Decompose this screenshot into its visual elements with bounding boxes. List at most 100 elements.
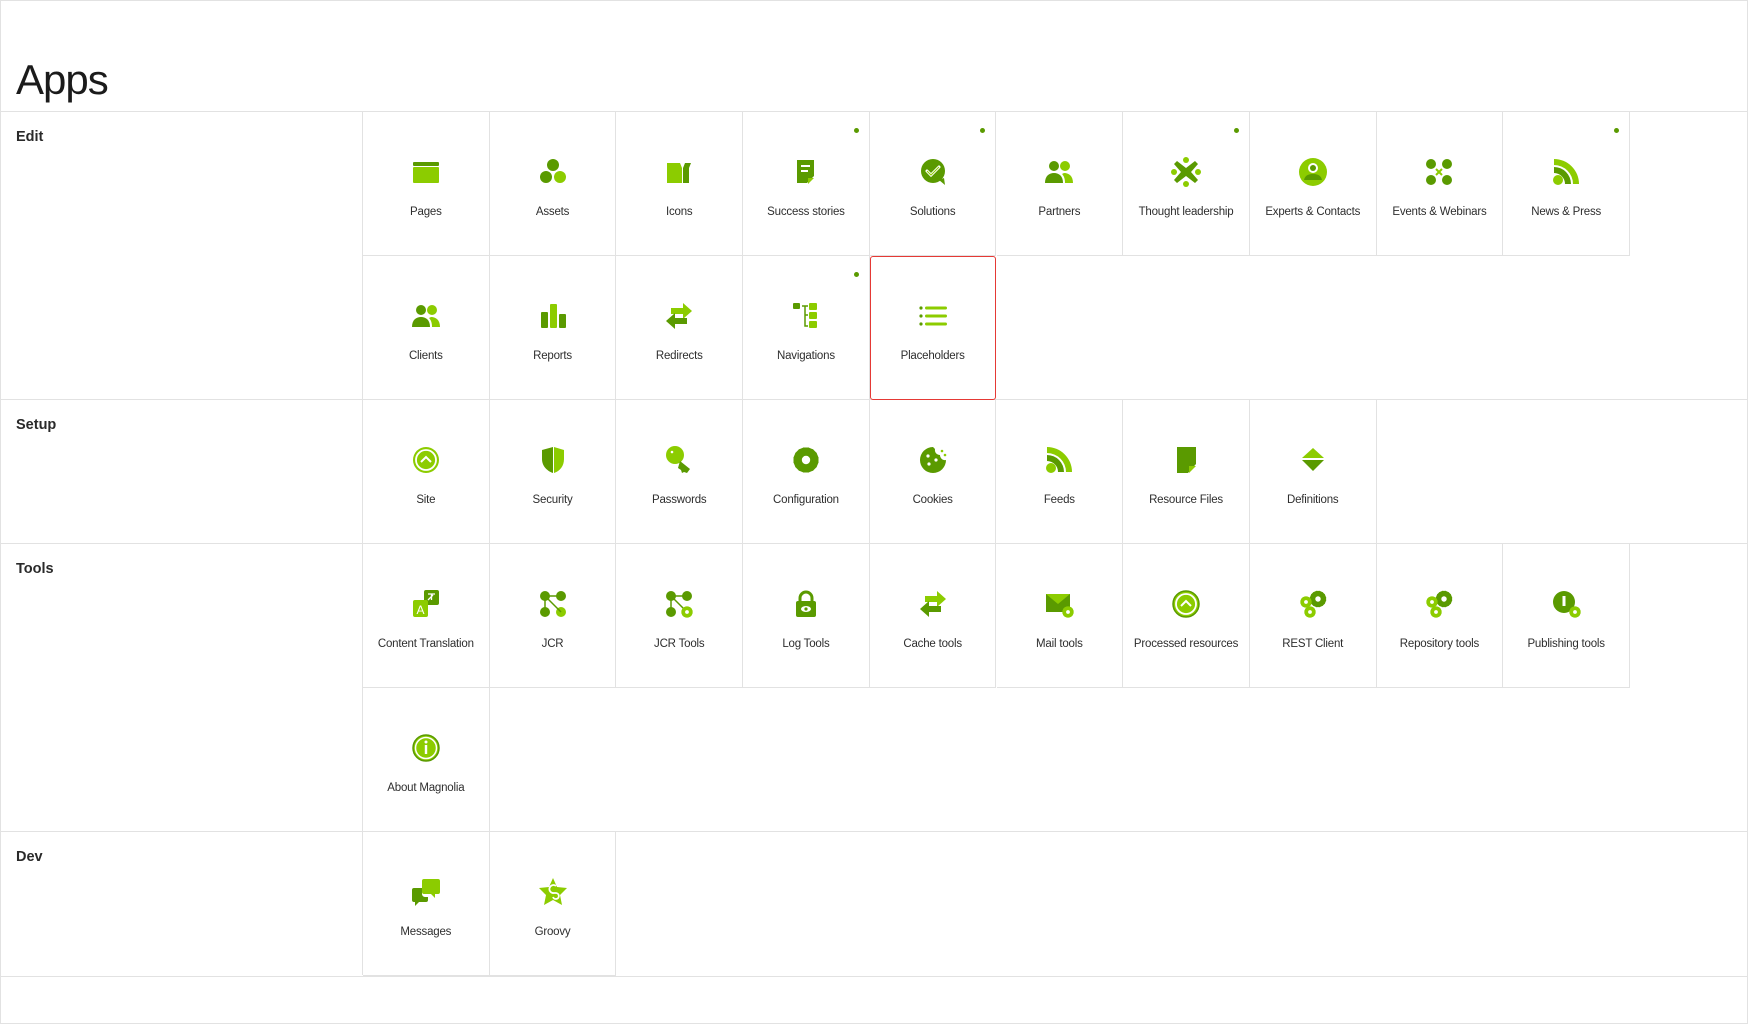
icons-icon xyxy=(663,156,695,188)
app-label: Icons xyxy=(665,206,693,218)
new-indicator-dot xyxy=(1233,128,1239,133)
jcr-tools-icon xyxy=(663,588,695,620)
app-tile-cookies[interactable]: Cookies xyxy=(869,400,997,544)
app-label: JCR xyxy=(541,638,564,650)
app-tile-site[interactable]: Site xyxy=(363,400,490,544)
section-edit: Edit Pages Assets Icons Success stories Solut… xyxy=(1,111,1747,400)
reports-icon xyxy=(537,300,569,332)
app-label: REST Client xyxy=(1282,638,1344,650)
app-tile-rest-client[interactable]: REST Client xyxy=(1249,544,1377,688)
app-label: Repository tools xyxy=(1399,638,1480,650)
app-label: Content Translation xyxy=(377,638,474,650)
new-indicator-dot xyxy=(853,272,859,277)
thought-leadership-icon xyxy=(1170,156,1202,188)
app-tile-icons[interactable]: Icons xyxy=(616,112,744,256)
section-label: Tools xyxy=(16,561,54,577)
app-tile-experts-contacts[interactable]: Experts & Contacts xyxy=(1249,112,1377,256)
app-tile-security[interactable]: Security xyxy=(489,400,617,544)
app-label: Thought leadership xyxy=(1138,206,1234,218)
app-label: Experts & Contacts xyxy=(1265,206,1361,218)
app-label: Cache tools xyxy=(903,638,962,650)
app-tile-about-magnolia[interactable]: About Magnolia xyxy=(363,688,490,832)
app-label: Messages xyxy=(400,926,452,938)
app-tile-redirects[interactable]: Redirects xyxy=(616,256,744,400)
assets-icon xyxy=(537,156,569,188)
partners-icon xyxy=(1043,156,1075,188)
app-tile-jcr[interactable]: JCR xyxy=(489,544,617,688)
new-indicator-dot xyxy=(1613,128,1619,133)
app-label: Resource Files xyxy=(1149,494,1223,506)
app-label: Partners xyxy=(1038,206,1081,218)
app-tile-resource-files[interactable]: Resource Files xyxy=(1123,400,1250,544)
section-label: Edit xyxy=(16,129,44,145)
app-tile-publishing-tools[interactable]: Publishing tools xyxy=(1503,544,1630,688)
solutions-icon xyxy=(917,156,949,188)
app-label: Publishing tools xyxy=(1527,638,1605,650)
placeholders-icon xyxy=(917,300,949,332)
app-label: Success stories xyxy=(767,206,845,218)
redirects-icon xyxy=(663,300,695,332)
processed-resources-icon xyxy=(1170,588,1202,620)
messages-icon xyxy=(410,876,442,908)
resource-files-icon xyxy=(1170,444,1202,476)
app-tile-assets[interactable]: Assets xyxy=(489,112,617,256)
page-title: Apps xyxy=(16,56,109,103)
success-stories-icon xyxy=(790,156,822,188)
app-tile-groovy[interactable]: Groovy xyxy=(489,832,617,976)
app-tile-log-tools[interactable]: Log Tools xyxy=(743,544,870,688)
app-label: Site xyxy=(416,494,436,506)
app-tile-definitions[interactable]: Definitions xyxy=(1249,400,1377,544)
passwords-icon xyxy=(663,444,695,476)
app-label: Navigations xyxy=(776,350,835,362)
publishing-tools-icon xyxy=(1550,588,1582,620)
app-tile-solutions[interactable]: Solutions xyxy=(869,112,997,256)
app-tile-cache-tools[interactable]: Cache tools xyxy=(869,544,997,688)
app-tile-clients[interactable]: Clients xyxy=(363,256,490,400)
app-label: Log Tools xyxy=(782,638,830,650)
cache-tools-icon xyxy=(917,588,949,620)
groovy-icon xyxy=(537,876,569,908)
jcr-icon xyxy=(537,588,569,620)
navigations-icon xyxy=(790,300,822,332)
app-tile-reports[interactable]: Reports xyxy=(489,256,617,400)
app-tile-jcr-tools[interactable]: JCR Tools xyxy=(616,544,744,688)
app-label: Events & Webinars xyxy=(1392,206,1487,218)
app-label: Definitions xyxy=(1286,494,1339,506)
app-tile-processed-resources[interactable]: Processed resources xyxy=(1123,544,1250,688)
clients-icon xyxy=(410,300,442,332)
app-tile-success-stories[interactable]: Success stories xyxy=(743,112,870,256)
security-icon xyxy=(537,444,569,476)
app-label: Placeholders xyxy=(900,350,965,362)
app-tile-messages[interactable]: Messages xyxy=(363,832,490,976)
about-magnolia-icon xyxy=(410,732,442,764)
site-icon xyxy=(410,444,442,476)
app-tile-repository-tools[interactable]: Repository tools xyxy=(1376,544,1504,688)
app-label: News & Press xyxy=(1531,206,1602,218)
app-tile-thought-leadership[interactable]: Thought leadership xyxy=(1123,112,1250,256)
app-tile-navigations[interactable]: Navigations xyxy=(743,256,870,400)
app-tile-mail-tools[interactable]: Mail tools xyxy=(996,544,1124,688)
content-translation-icon: A xyxy=(410,588,442,620)
definitions-icon xyxy=(1297,444,1329,476)
section-setup: Setup Site Security Passwords Configuration C… xyxy=(1,399,1747,544)
app-tile-placeholders[interactable]: Placeholders xyxy=(869,256,997,400)
app-tile-configuration[interactable]: Configuration xyxy=(743,400,870,544)
app-tile-events-webinars[interactable]: Events & Webinars xyxy=(1376,112,1504,256)
events-webinars-icon xyxy=(1423,156,1455,188)
app-tile-pages[interactable]: Pages xyxy=(363,112,490,256)
app-tile-content-translation[interactable]: A Content Translation xyxy=(363,544,490,688)
app-label: Security xyxy=(532,494,573,506)
app-tile-feeds[interactable]: Feeds xyxy=(996,400,1124,544)
svg-text:A: A xyxy=(416,603,424,617)
section-dev: Dev Messages Groovy xyxy=(1,831,1747,976)
app-tile-news-press[interactable]: News & Press xyxy=(1503,112,1630,256)
app-label: Processed resources xyxy=(1133,638,1239,650)
section-tools: Tools A Content Translation JCR JCR Tools Log… xyxy=(1,543,1747,832)
log-tools-icon xyxy=(790,588,822,620)
app-label: Groovy xyxy=(534,926,571,938)
footer-spacer xyxy=(1,976,1747,1024)
app-tile-partners[interactable]: Partners xyxy=(996,112,1124,256)
experts-contacts-icon xyxy=(1297,156,1329,188)
new-indicator-dot xyxy=(980,128,986,133)
app-tile-passwords[interactable]: Passwords xyxy=(616,400,744,544)
